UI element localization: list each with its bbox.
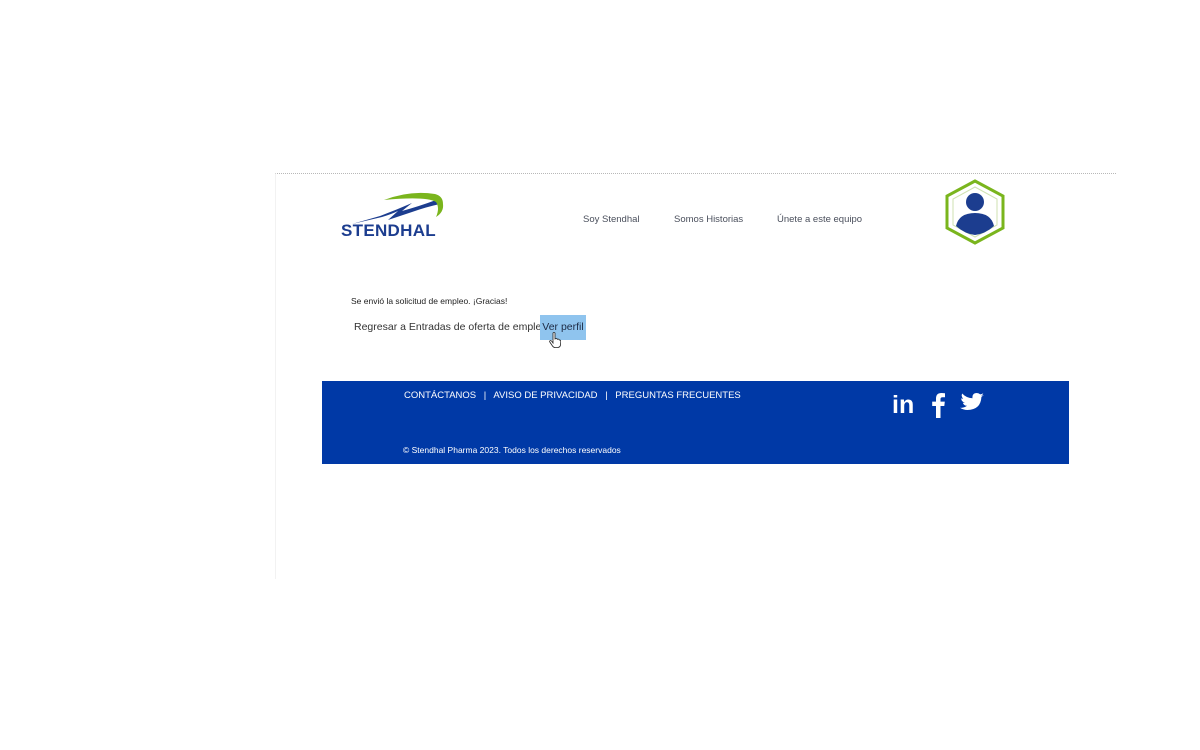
- linkedin-icon[interactable]: in: [892, 393, 914, 418]
- footer: CONTÁCTANOS | AVISO DE PRIVACIDAD | PREG…: [322, 381, 1069, 464]
- footer-links: CONTÁCTANOS | AVISO DE PRIVACIDAD | PREG…: [404, 390, 741, 401]
- copyright-text: © Stendhal Pharma 2023. Todos los derech…: [403, 445, 621, 455]
- footer-separator: |: [605, 390, 608, 401]
- stendhal-logo[interactable]: STENDHAL: [340, 190, 445, 242]
- logo-wordmark: STENDHAL: [341, 221, 436, 240]
- footer-link-contact[interactable]: CONTÁCTANOS: [404, 390, 476, 401]
- footer-link-privacy[interactable]: AVISO DE PRIVACIDAD: [493, 390, 597, 401]
- user-profile-icon[interactable]: [943, 178, 1007, 246]
- footer-separator: |: [483, 390, 487, 401]
- footer-link-faq[interactable]: PREGUNTAS FRECUENTES: [615, 390, 740, 401]
- nav-soy-stendhal[interactable]: Soy Stendhal: [583, 214, 640, 225]
- facebook-icon[interactable]: [930, 392, 946, 423]
- twitter-icon[interactable]: [959, 392, 985, 419]
- success-message: Se envió la solicitud de empleo. ¡Gracia…: [351, 296, 508, 306]
- view-profile-button[interactable]: Ver perfil: [540, 315, 586, 340]
- nav-somos-historias[interactable]: Somos Historias: [674, 214, 743, 225]
- back-to-job-postings-link[interactable]: Regresar a Entradas de oferta de empleo: [354, 321, 547, 333]
- hand-pointer-cursor-icon: [549, 332, 562, 348]
- nav-unete-equipo[interactable]: Únete a este equipo: [777, 214, 862, 225]
